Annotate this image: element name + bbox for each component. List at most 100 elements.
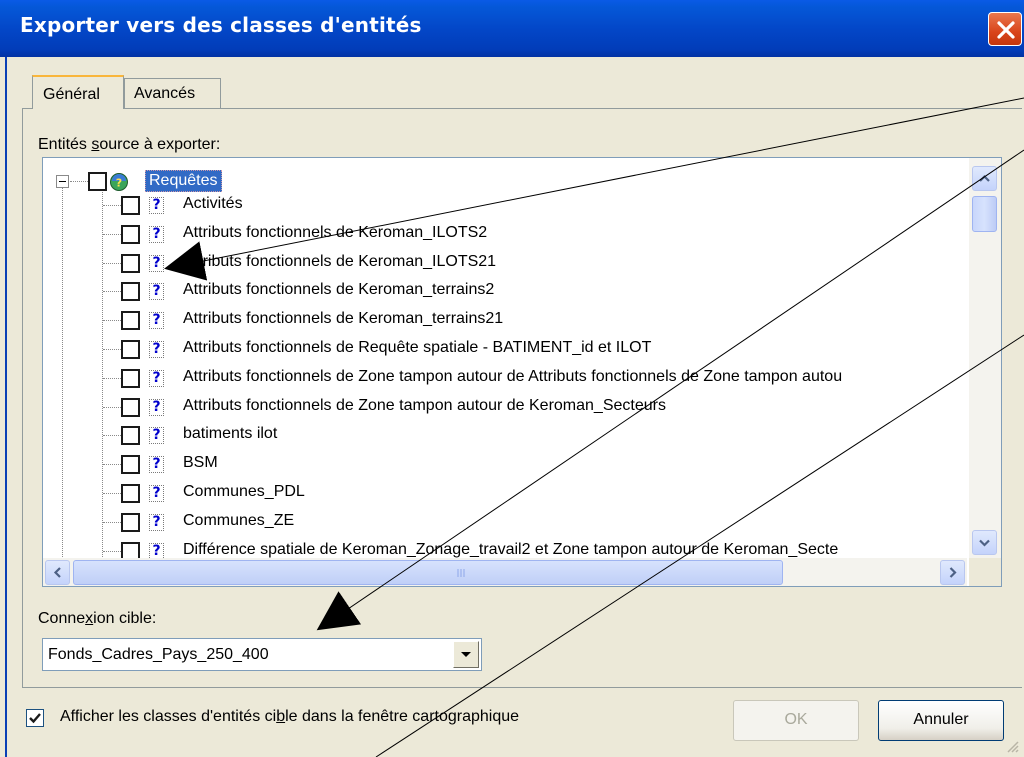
tree-item-row[interactable]: ? Attributs fonctionnels de Zone tampon a… bbox=[43, 393, 967, 421]
source-entities-tree[interactable]: ? Requêtes ? Activités? Attributs fonction… bbox=[42, 157, 1002, 587]
tree-branch bbox=[70, 181, 88, 182]
title-bar[interactable]: Exporter vers des classes d'entités bbox=[0, 0, 1024, 57]
question-mark-icon: ? bbox=[149, 513, 164, 531]
vertical-scroll-thumb[interactable] bbox=[972, 196, 997, 232]
question-mark-icon: ? bbox=[149, 398, 164, 416]
tree-item-row[interactable]: ? BSM bbox=[43, 450, 967, 478]
question-mark-icon: ? bbox=[149, 254, 164, 272]
chevron-down-icon bbox=[979, 539, 990, 547]
tab-general[interactable]: Général bbox=[32, 75, 124, 109]
horizontal-scrollbar[interactable] bbox=[43, 558, 967, 586]
question-mark-icon: ? bbox=[149, 542, 164, 558]
tree-branch bbox=[103, 233, 121, 235]
tree-item-label[interactable]: batiments ilot bbox=[183, 425, 277, 443]
tree-rows: ? Requêtes ? Activités? Attributs fonction… bbox=[43, 158, 967, 558]
item-checkbox[interactable] bbox=[121, 541, 140, 558]
item-checkbox[interactable] bbox=[121, 512, 140, 532]
close-button[interactable] bbox=[988, 12, 1022, 46]
collapse-icon[interactable] bbox=[56, 175, 69, 188]
scroll-left-button[interactable] bbox=[45, 560, 70, 585]
tree-root-label[interactable]: Requêtes bbox=[145, 170, 222, 192]
target-connection-value: Fonds_Cadres_Pays_250_400 bbox=[48, 646, 269, 663]
scroll-right-button[interactable] bbox=[940, 560, 965, 585]
target-connection-select[interactable]: Fonds_Cadres_Pays_250_400 bbox=[42, 638, 482, 671]
show-in-map-checkbox[interactable] bbox=[26, 709, 44, 727]
target-connection-label: Connexion cible: bbox=[38, 610, 157, 627]
item-checkbox[interactable] bbox=[121, 311, 140, 331]
question-mark-icon: ? bbox=[149, 456, 164, 474]
chevron-left-icon bbox=[53, 567, 61, 578]
tree-branch bbox=[103, 205, 121, 206]
tree-item-row[interactable]: ? Attributs fonctionnels de Keroman_ILOTS… bbox=[43, 249, 967, 277]
tree-branch bbox=[103, 464, 121, 466]
show-in-map-label[interactable]: Afficher les classes d'entités cible dan… bbox=[60, 708, 519, 726]
tree-branch bbox=[103, 262, 121, 264]
item-checkbox[interactable] bbox=[121, 340, 140, 359]
scroll-down-button[interactable] bbox=[972, 530, 997, 555]
tree-item-label[interactable]: BSM bbox=[183, 454, 218, 472]
cancel-button[interactable]: Annuler bbox=[878, 700, 1004, 741]
scrollbar-corner bbox=[969, 558, 1001, 586]
tree-branch bbox=[103, 320, 121, 322]
svg-text:?: ? bbox=[116, 177, 122, 190]
tree-item-row[interactable]: ? Différence spatiale de Keroman_Zonage_t… bbox=[43, 537, 967, 558]
tree-item-row[interactable]: ? Communes_ZE bbox=[43, 508, 967, 536]
close-icon bbox=[997, 21, 1015, 39]
tree-item-label[interactable]: Activités bbox=[183, 195, 243, 213]
dropdown-button[interactable] bbox=[453, 641, 479, 668]
tree-item-row[interactable]: ? Attributs fonctionnels de Keroman_ILOTS… bbox=[43, 220, 967, 248]
tree-item-label[interactable]: Attributs fonctionnels de Zone tampon au… bbox=[183, 397, 666, 415]
tree-item-label[interactable]: Attributs fonctionnels de Keroman_ILOTS2 bbox=[183, 224, 487, 242]
horizontal-scroll-thumb[interactable] bbox=[73, 560, 783, 585]
tree-item-row[interactable]: ? Attributs fonctionnels de Keroman_terra… bbox=[43, 277, 967, 305]
tree-item-label[interactable]: Attributs fonctionnels de Requête spatia… bbox=[183, 339, 651, 357]
item-checkbox[interactable] bbox=[121, 484, 140, 503]
item-checkbox[interactable] bbox=[121, 368, 140, 388]
item-checkbox[interactable] bbox=[121, 455, 140, 475]
scroll-up-button[interactable] bbox=[972, 166, 997, 191]
tree-item-label[interactable]: Attributs fonctionnels de Keroman_ILOTS2… bbox=[183, 253, 496, 271]
tree-item-label[interactable]: Communes_ZE bbox=[183, 512, 294, 530]
tree-branch bbox=[103, 550, 121, 552]
tree-item-label[interactable]: Attributs fonctionnels de Keroman_terrai… bbox=[183, 310, 503, 328]
question-mark-icon: ? bbox=[149, 369, 164, 387]
chevron-up-icon bbox=[979, 174, 990, 182]
tree-branch bbox=[103, 349, 121, 350]
item-checkbox[interactable] bbox=[121, 224, 140, 244]
tree-item-label[interactable]: Communes_PDL bbox=[183, 483, 305, 501]
export-dialog: Exporter vers des classes d'entités Géné… bbox=[0, 0, 1024, 757]
root-checkbox[interactable] bbox=[88, 172, 107, 191]
tree-branch bbox=[103, 493, 121, 494]
tree-item-row[interactable]: ? Communes_PDL bbox=[43, 479, 967, 507]
tree-item-label[interactable]: Attributs fonctionnels de Keroman_terrai… bbox=[183, 281, 494, 299]
question-mark-icon: ? bbox=[149, 312, 164, 330]
vertical-scrollbar[interactable] bbox=[969, 158, 1001, 558]
resize-grip-icon[interactable] bbox=[1002, 736, 1020, 754]
item-checkbox[interactable] bbox=[121, 282, 140, 302]
question-mark-icon: ? bbox=[149, 427, 164, 445]
tree-item-row[interactable]: ? Activités bbox=[43, 191, 967, 219]
item-checkbox[interactable] bbox=[121, 196, 140, 215]
item-checkbox[interactable] bbox=[121, 397, 140, 417]
tree-item-row[interactable]: ? Attributs fonctionnels de Requête spati… bbox=[43, 335, 967, 363]
item-checkbox[interactable] bbox=[121, 253, 140, 273]
tree-item-row[interactable]: ? Attributs fonctionnels de Zone tampon a… bbox=[43, 364, 967, 392]
chevron-right-icon bbox=[949, 567, 957, 578]
tree-branch bbox=[103, 291, 121, 293]
dialog-title: Exporter vers des classes d'entités bbox=[20, 13, 422, 37]
item-checkbox[interactable] bbox=[121, 426, 140, 446]
tree-branch bbox=[103, 377, 121, 379]
question-mark-icon: ? bbox=[149, 341, 164, 358]
question-mark-icon: ? bbox=[149, 225, 164, 243]
tree-item-label[interactable]: Différence spatiale de Keroman_Zonage_tr… bbox=[183, 541, 838, 558]
tab-avances[interactable]: Avancés bbox=[124, 78, 221, 109]
tree-item-row[interactable]: ? batiments ilot bbox=[43, 421, 967, 449]
dropdown-arrow-icon bbox=[461, 652, 471, 657]
tree-item-label[interactable]: Attributs fonctionnels de Zone tampon au… bbox=[183, 368, 842, 386]
question-mark-icon: ? bbox=[149, 283, 164, 301]
tree-root-row[interactable]: ? Requêtes bbox=[43, 163, 967, 192]
source-entities-label: Entités source à exporter: bbox=[38, 136, 221, 153]
ok-button[interactable]: OK bbox=[733, 700, 859, 741]
grip-icon bbox=[457, 569, 465, 577]
tree-item-row[interactable]: ? Attributs fonctionnels de Keroman_terra… bbox=[43, 306, 967, 334]
